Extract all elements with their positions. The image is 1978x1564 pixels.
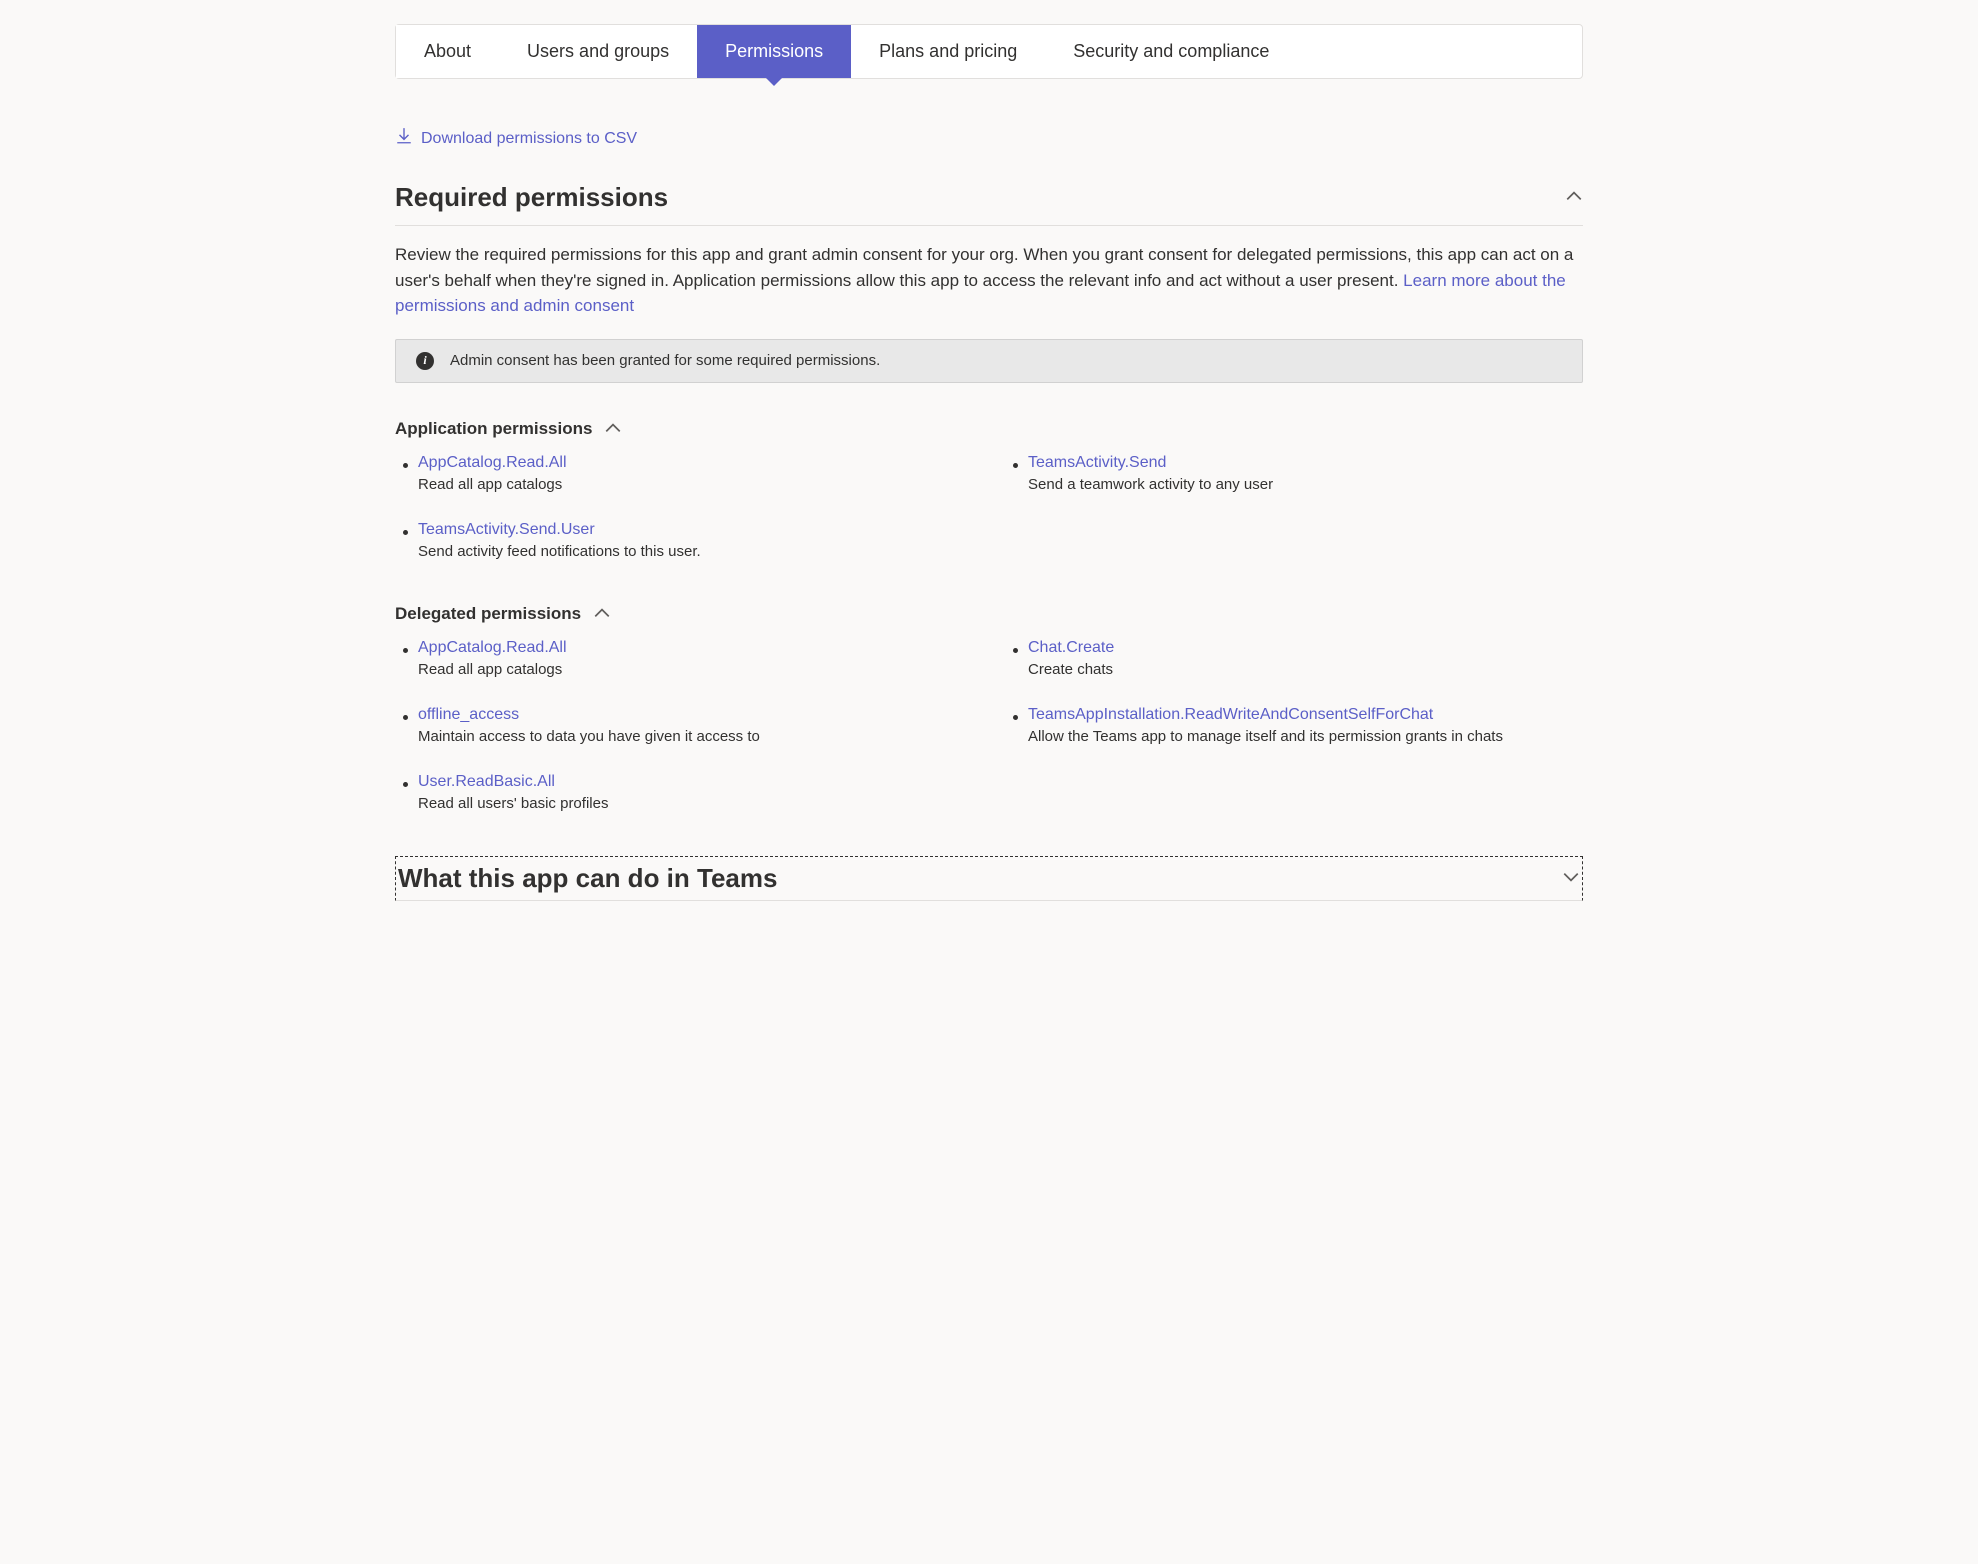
tab-security-compliance[interactable]: Security and compliance [1045,25,1297,78]
download-csv-label: Download permissions to CSV [421,130,637,148]
bullet-icon [1013,648,1018,653]
permission-item: TeamsActivity.Send Send a teamwork activ… [1013,454,1583,493]
permission-description: Create chats [1028,661,1583,678]
info-icon: i [416,352,434,370]
bullet-icon [403,715,408,720]
app-permissions-header[interactable]: Application permissions [395,419,1583,440]
permission-link[interactable]: User.ReadBasic.All [418,773,555,791]
chevron-up-icon[interactable] [1565,187,1583,208]
permission-link[interactable]: offline_access [418,706,519,724]
required-permissions-title: Required permissions [395,182,668,213]
delegated-permissions-header[interactable]: Delegated permissions [395,604,1583,625]
permission-description: Read all app catalogs [418,661,973,678]
chevron-up-icon[interactable] [593,604,611,625]
permission-item: AppCatalog.Read.All Read all app catalog… [403,454,973,493]
bullet-icon [403,648,408,653]
app-permissions-list: AppCatalog.Read.All Read all app catalog… [395,454,1583,560]
permission-description: Read all users' basic profiles [418,795,973,812]
tab-about[interactable]: About [396,25,499,78]
tab-permissions[interactable]: Permissions [697,25,851,78]
tabs-bar: About Users and groups Permissions Plans… [395,24,1583,79]
bullet-icon [1013,715,1018,720]
permission-item: AppCatalog.Read.All Read all app catalog… [403,639,973,678]
bullet-icon [403,530,408,535]
permission-link[interactable]: TeamsActivity.Send [1028,454,1166,472]
permission-description: Send activity feed notifications to this… [418,543,973,560]
permission-item: Chat.Create Create chats [1013,639,1583,678]
info-banner-text: Admin consent has been granted for some … [450,352,880,369]
app-permissions-title: Application permissions [395,419,592,439]
tab-plans-pricing[interactable]: Plans and pricing [851,25,1045,78]
chevron-up-icon[interactable] [604,419,622,440]
bullet-icon [403,463,408,468]
permission-item: TeamsAppInstallation.ReadWriteAndConsent… [1013,706,1583,745]
permission-description: Maintain access to data you have given i… [418,728,973,745]
permission-description: Allow the Teams app to manage itself and… [1028,728,1583,745]
required-permissions-header[interactable]: Required permissions [395,182,1583,226]
permission-description: Read all app catalogs [418,476,973,493]
what-app-can-do-title: What this app can do in Teams [398,863,777,894]
delegated-permissions-list: AppCatalog.Read.All Read all app catalog… [395,639,1583,812]
permission-item: TeamsActivity.Send.User Send activity fe… [403,521,973,560]
bullet-icon [403,782,408,787]
permission-link[interactable]: Chat.Create [1028,639,1114,657]
permission-link[interactable]: AppCatalog.Read.All [418,639,567,657]
download-csv-link[interactable]: Download permissions to CSV [395,127,637,150]
permission-link[interactable]: TeamsActivity.Send.User [418,521,595,539]
permission-link[interactable]: TeamsAppInstallation.ReadWriteAndConsent… [1028,706,1433,724]
required-permissions-description: Review the required permissions for this… [395,242,1583,319]
chevron-down-icon[interactable] [1562,868,1580,889]
permission-link[interactable]: AppCatalog.Read.All [418,454,567,472]
what-app-can-do-header[interactable]: What this app can do in Teams [395,856,1583,901]
permission-item: offline_access Maintain access to data y… [403,706,973,745]
tab-users-groups[interactable]: Users and groups [499,25,697,78]
bullet-icon [1013,463,1018,468]
info-banner: i Admin consent has been granted for som… [395,339,1583,383]
permission-description: Send a teamwork activity to any user [1028,476,1583,493]
download-icon [395,127,413,150]
permission-item: User.ReadBasic.All Read all users' basic… [403,773,973,812]
delegated-permissions-title: Delegated permissions [395,604,581,624]
